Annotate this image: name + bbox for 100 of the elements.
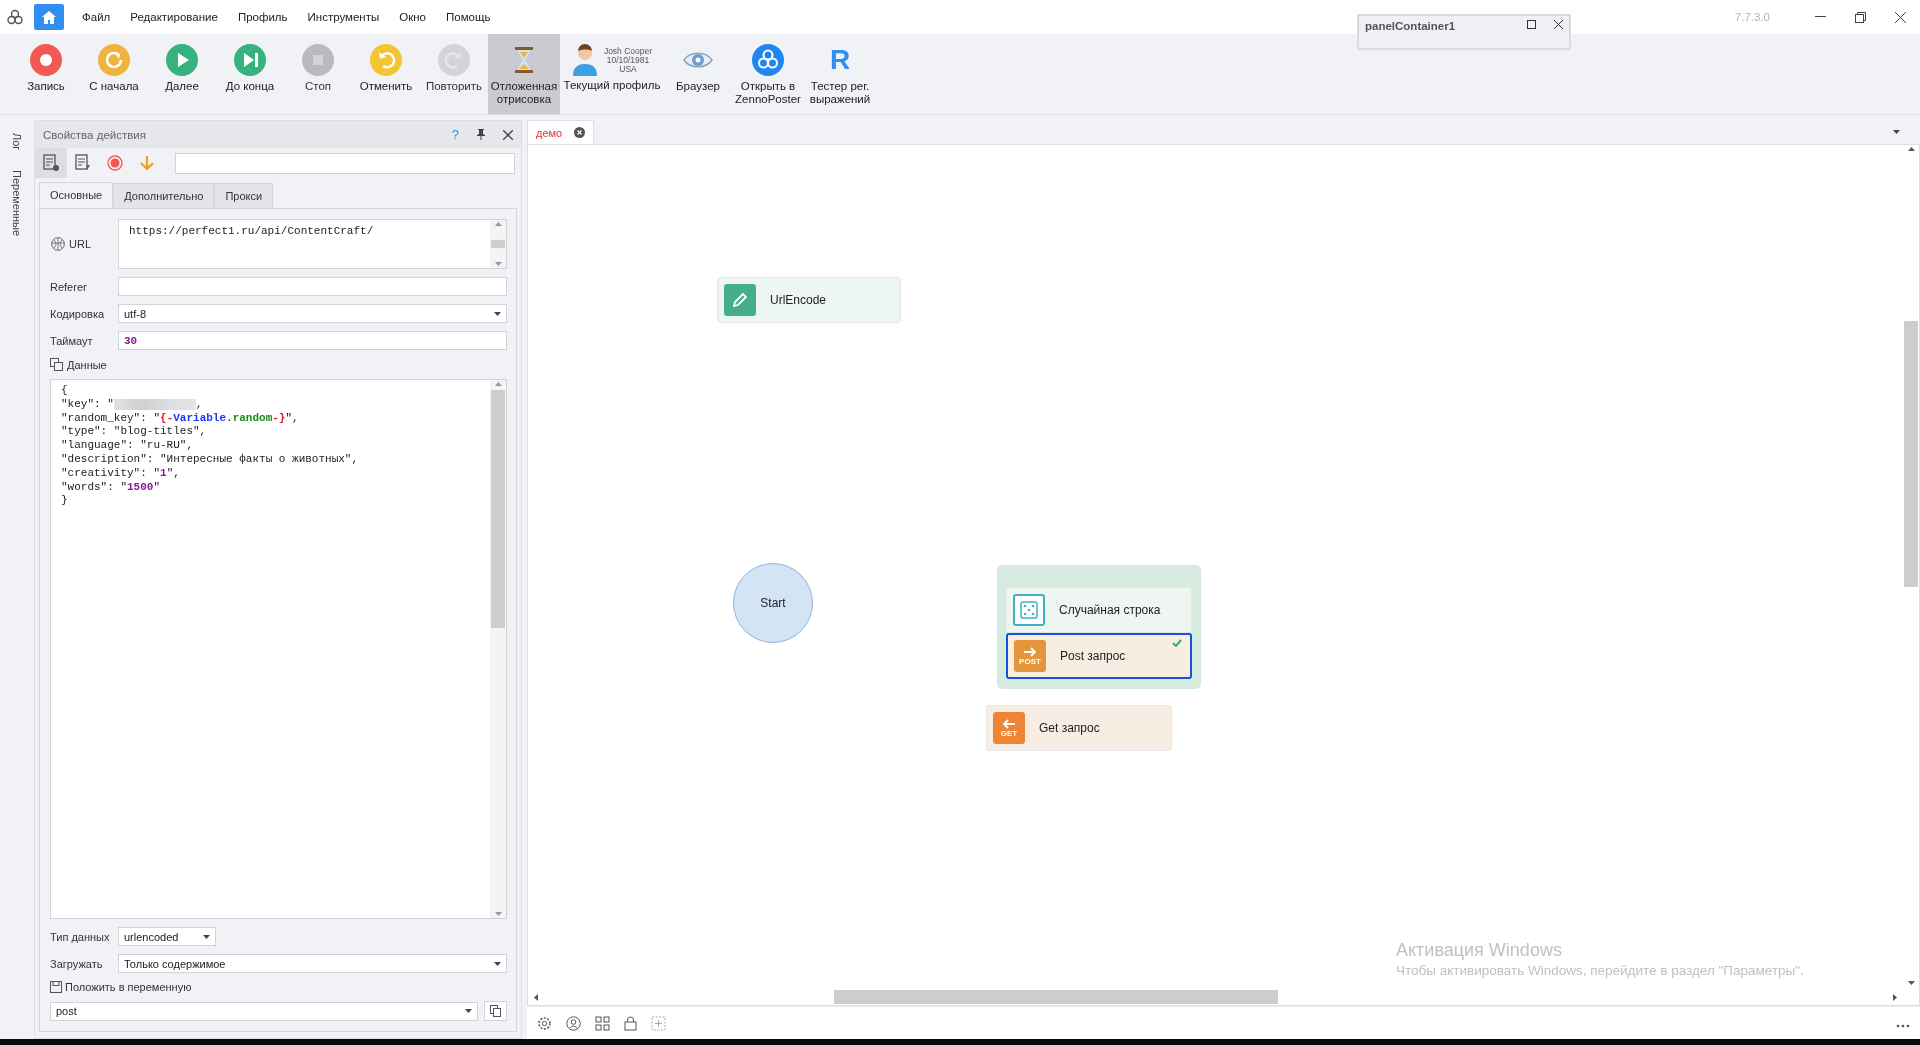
field-label: Таймаут — [50, 334, 94, 347]
copy-icon — [50, 358, 63, 371]
code-text: 1 — [160, 466, 167, 481]
toolbar-button[interactable]: С начала — [80, 34, 148, 114]
post-icon: POST — [1014, 640, 1046, 672]
dropdown-caret-icon[interactable] — [1893, 130, 1900, 134]
timeout-field[interactable]: 30 — [118, 331, 507, 350]
properties-tool-button[interactable] — [35, 148, 67, 178]
code-text: } — [61, 494, 68, 509]
code-text: {- — [160, 411, 174, 426]
copy-icon — [489, 1004, 502, 1018]
profile-button[interactable]: Josh Cooper 10/10/1981 USA Текущий профиль — [560, 34, 664, 114]
tab[interactable]: Дополнительно — [113, 183, 215, 208]
profile-date: 10/10/1981 — [605, 55, 650, 65]
scroll-up-icon — [1907, 147, 1915, 151]
scrollbar-thumb[interactable] — [1904, 321, 1918, 587]
code-text: "description": "Интересные факты о животных", — [61, 453, 359, 467]
code-text: "type": "blog-titles", — [61, 425, 207, 440]
home-button[interactable] — [34, 4, 64, 30]
side-tab[interactable]: Лог — [11, 133, 23, 151]
close-icon — [1894, 11, 1906, 23]
code-text: Variable. — [173, 411, 233, 426]
variable-dropdown[interactable]: post — [50, 1001, 478, 1021]
scrollbar-thumb[interactable] — [491, 390, 505, 628]
toolbar-button[interactable]: R Тестер рег. выражений — [804, 34, 876, 114]
start-node[interactable]: Start — [733, 563, 813, 643]
pin-button[interactable] — [477, 129, 485, 140]
logo-icon — [752, 44, 784, 76]
document-gear-icon — [42, 154, 60, 172]
scroll-down-icon — [494, 912, 502, 916]
toolbar-button[interactable]: Открыть в ZennoPoster — [732, 34, 804, 114]
scroll-up-icon — [494, 382, 502, 386]
url-field[interactable]: https://perfect1.ru/api/ContentCraft/ — [118, 219, 507, 269]
home-icon — [42, 10, 56, 24]
dropdown-caret-icon — [494, 311, 501, 316]
code-text: { — [61, 384, 68, 398]
close-button[interactable] — [503, 129, 513, 140]
code-text: " — [153, 480, 161, 495]
toolbar-button[interactable]: Браузер — [664, 34, 732, 114]
user-icon[interactable] — [566, 1015, 581, 1031]
field-label: Положить в переменную — [65, 981, 192, 993]
scroll-left-icon — [534, 993, 538, 1001]
pencil-icon — [724, 284, 756, 316]
settings-icon[interactable] — [537, 1015, 552, 1031]
code-text: , — [195, 397, 203, 412]
action-node[interactable]: GET Get запрос — [986, 705, 1172, 751]
menu-item[interactable]: Файл — [74, 11, 119, 23]
action-node[interactable]: Случайная строка — [1006, 587, 1192, 633]
code-text: "random_key": " — [61, 411, 161, 426]
canvas-tab[interactable]: демо — [527, 120, 595, 144]
load-dropdown[interactable]: Только содержимое — [118, 954, 507, 973]
side-tab[interactable]: Переменные — [11, 170, 23, 237]
tab[interactable]: Основные — [39, 182, 114, 207]
save-icon — [50, 981, 62, 993]
data-editor[interactable]: { "key": " , "random_key": "{-Variable.random-}", "type": "blog-titles", "language": "ru-RU", "description": "Интересные факты о животных", "creativity": "1", "words": "1500" } — [50, 379, 507, 919]
menu-item[interactable]: Окно — [391, 11, 434, 23]
profile-name: Josh Cooper — [603, 46, 653, 56]
grid-icon[interactable] — [595, 1015, 610, 1031]
field-label: Кодировка — [50, 307, 106, 320]
menu-item[interactable]: Помощь — [438, 11, 499, 23]
lock-icon[interactable] — [624, 1015, 637, 1031]
toolbar-button[interactable]: Далее — [148, 34, 216, 114]
restore-icon — [1854, 11, 1866, 23]
action-node[interactable]: POST Post запрос — [1006, 633, 1192, 679]
code-text: "creativity": " — [61, 466, 161, 481]
code-text: 1500 — [127, 480, 154, 495]
toolbar-button[interactable]: Отложенная отрисовка — [488, 34, 560, 114]
code-text: ", — [285, 411, 299, 426]
logo-icon — [6, 8, 24, 26]
code-text: "language": "ru-RU", — [61, 439, 194, 453]
menu-item[interactable]: Редактирование — [122, 11, 226, 23]
close-tab-icon — [574, 127, 586, 138]
scrollbar-thumb[interactable] — [834, 990, 1278, 1004]
tab[interactable]: Прокси — [214, 183, 274, 208]
toolbar-button[interactable]: Запись — [12, 34, 80, 114]
scroll-right-icon — [1893, 993, 1897, 1001]
copy-button[interactable] — [484, 1001, 507, 1021]
toolbar-button[interactable]: Отменить — [352, 34, 420, 114]
encoding-dropdown[interactable]: utf-8 — [118, 304, 507, 323]
field-label: Referer — [50, 280, 88, 293]
document-icon — [74, 154, 92, 172]
more-icon[interactable] — [1896, 1024, 1910, 1028]
menu-item[interactable]: Инструменты — [299, 11, 388, 23]
activation-title: Активация Windows — [1396, 940, 1563, 961]
menu-item[interactable]: Профиль — [229, 11, 296, 23]
field-label: Тип данных — [50, 930, 111, 943]
data-type-dropdown[interactable]: urlencoded — [118, 927, 216, 946]
toolbar-button[interactable]: До конца — [216, 34, 284, 114]
close-icon — [1554, 20, 1563, 29]
referer-field[interactable] — [118, 277, 507, 296]
dice-icon — [1013, 594, 1045, 626]
scroll-up-icon — [494, 222, 502, 226]
action-node[interactable]: UrlEncode — [717, 277, 901, 323]
action-name-field[interactable] — [175, 152, 515, 174]
get-icon: GET — [993, 712, 1025, 744]
maximize-button[interactable] — [1527, 20, 1536, 29]
code-text: random — [232, 411, 273, 426]
pin-icon — [477, 129, 485, 140]
scrollbar-thumb[interactable] — [491, 240, 505, 248]
close-button[interactable] — [1554, 20, 1563, 29]
